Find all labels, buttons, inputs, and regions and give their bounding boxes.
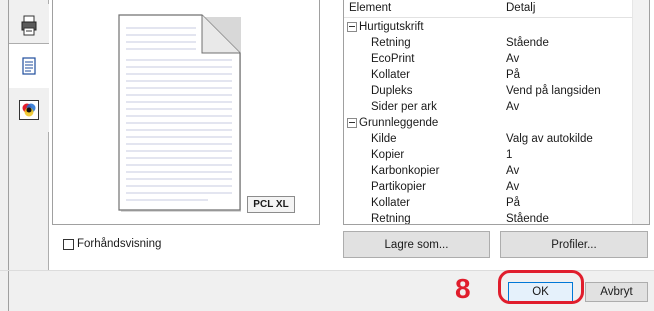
document-preview-page-icon <box>118 14 241 212</box>
setting-value: Stående <box>506 213 549 225</box>
group-row[interactable]: Hurtigutskrift <box>344 19 632 35</box>
setting-row[interactable]: EcoPrint Av <box>344 51 632 67</box>
pdl-badge: PCL XL <box>247 196 295 213</box>
setting-value: Stående <box>506 37 549 49</box>
setting-value: På <box>506 69 521 81</box>
setting-label: EcoPrint <box>371 53 415 65</box>
setting-label: Retning <box>371 213 411 225</box>
column-header-detail: Detalj <box>506 2 536 14</box>
save-as-button[interactable]: Lagre som... <box>343 231 490 258</box>
profiles-button[interactable]: Profiler... <box>500 231 648 258</box>
setting-value: Vend på langsiden <box>506 85 601 97</box>
collapse-toggle-icon[interactable] <box>347 118 357 128</box>
setting-label: Retning <box>371 37 411 49</box>
setting-value: 1 <box>506 149 513 161</box>
printer-icon <box>21 15 37 36</box>
setting-label: Dupleks <box>371 85 413 97</box>
color-icon <box>19 100 39 120</box>
setting-row[interactable]: Retning Stående <box>344 211 632 225</box>
collapse-toggle-icon[interactable] <box>347 22 357 32</box>
setting-row[interactable]: Kilde Valg av autokilde <box>344 131 632 147</box>
setting-label: Kollater <box>371 69 410 81</box>
setting-value: Av <box>506 165 520 177</box>
cancel-button[interactable]: Avbryt <box>585 282 648 302</box>
setting-label: Karbonkopier <box>371 165 440 177</box>
setting-row[interactable]: Kollater På <box>344 67 632 83</box>
setting-row[interactable]: Partikopier Av <box>344 179 632 195</box>
step-number-annotation: 8 <box>455 273 471 304</box>
highlight-ring <box>498 270 584 304</box>
vertical-scrollbar[interactable] <box>632 0 649 224</box>
setting-row[interactable]: Kollater På <box>344 195 632 211</box>
setting-label: Kollater <box>371 197 410 209</box>
setting-row[interactable]: Dupleks Vend på langsiden <box>344 83 632 99</box>
setting-value: På <box>506 197 521 209</box>
setting-row[interactable]: Sider per ark Av <box>344 99 632 115</box>
preview-checkbox[interactable] <box>63 239 74 250</box>
document-icon <box>22 57 36 75</box>
setting-label: Partikopier <box>371 181 426 193</box>
tab-color[interactable] <box>9 88 49 132</box>
setting-value: Valg av autokilde <box>506 133 593 145</box>
setting-value: Av <box>506 181 520 193</box>
setting-row[interactable]: Karbonkopier Av <box>344 163 632 179</box>
setting-row[interactable]: Kopier 1 <box>344 147 632 163</box>
setting-value: Av <box>506 101 520 113</box>
group-label: Hurtigutskrift <box>359 21 424 33</box>
preview-checkbox-label[interactable]: Forhåndsvisning <box>77 238 161 250</box>
group-row[interactable]: Grunnleggende <box>344 115 632 131</box>
setting-value: Av <box>506 53 520 65</box>
tab-printer[interactable] <box>9 4 49 48</box>
setting-row[interactable]: Retning Stående <box>344 35 632 51</box>
settings-summary-list[interactable]: Element Detalj Hurtigutskrift Retning Ståe… <box>343 0 650 225</box>
group-label: Grunnleggende <box>359 117 439 129</box>
column-header-element: Element <box>349 2 392 14</box>
setting-label: Kilde <box>371 133 397 145</box>
setting-label: Sider per ark <box>371 101 437 113</box>
list-header: Element Detalj <box>344 0 632 18</box>
tab-document[interactable] <box>9 43 49 89</box>
setting-label: Kopier <box>371 149 405 161</box>
